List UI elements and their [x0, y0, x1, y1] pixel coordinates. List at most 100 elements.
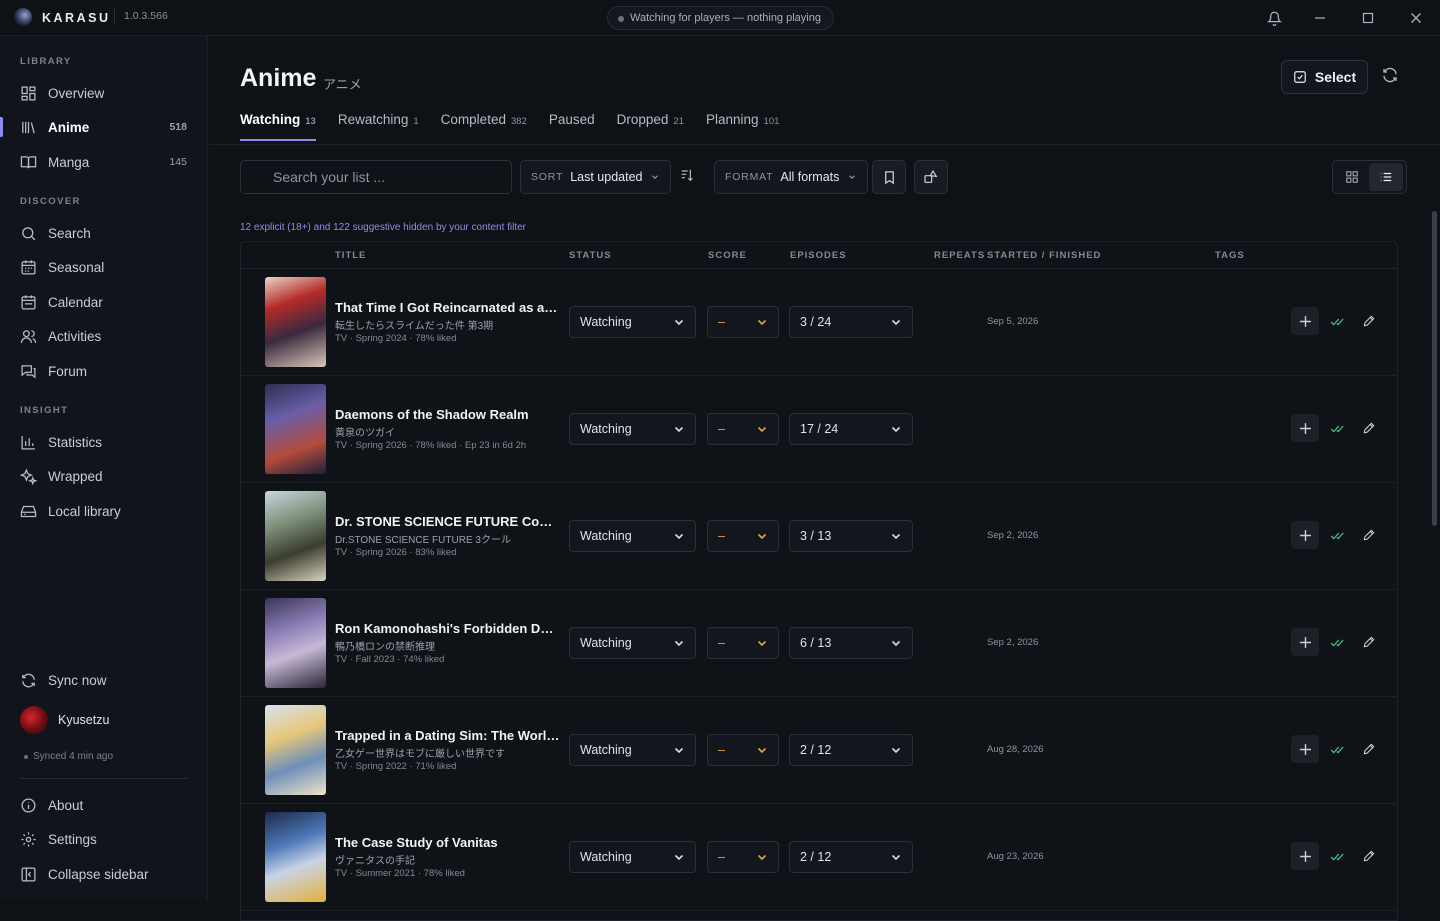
avatar — [20, 706, 48, 734]
tab-planning[interactable]: Planning 101 — [706, 112, 779, 141]
poster-image[interactable] — [265, 705, 326, 795]
pencil-icon — [1363, 529, 1375, 541]
score-select[interactable]: – — [707, 841, 779, 873]
episodes-select[interactable]: 6 / 13 — [789, 627, 913, 659]
anime-title[interactable]: Dr. STONE SCIENCE FUTURE Cour 3 — [335, 514, 560, 529]
sync-now-button[interactable]: Sync now — [0, 663, 208, 697]
sidebar-item-settings[interactable]: Settings — [0, 822, 208, 856]
select-button[interactable]: Select — [1281, 60, 1368, 94]
episodes-select[interactable]: 17 / 24 — [789, 413, 913, 445]
maximize-icon — [1362, 12, 1374, 24]
table-row[interactable]: The Case Study of Vanitas ヴァニタスの手記 TV · … — [241, 804, 1397, 911]
status-select[interactable]: Watching — [569, 413, 696, 445]
tab-paused[interactable]: Paused — [549, 112, 595, 141]
score-select[interactable]: – — [707, 520, 779, 552]
scrollbar-thumb[interactable] — [1432, 211, 1437, 526]
score-select[interactable]: – — [707, 306, 779, 338]
sidebar-item-overview[interactable]: Overview — [0, 76, 208, 110]
tab-watching[interactable]: Watching 13 — [240, 112, 316, 141]
table-row[interactable]: Trapped in a Dating Sim: The World ... 乙… — [241, 697, 1397, 804]
search-input[interactable] — [240, 160, 512, 194]
anime-title[interactable]: The Case Study of Vanitas — [335, 835, 560, 850]
sidebar-item-label: Collapse sidebar — [48, 866, 149, 882]
poster-image[interactable] — [265, 277, 326, 367]
episodes-select[interactable]: 2 / 12 — [789, 841, 913, 873]
status-select[interactable]: Watching — [569, 520, 696, 552]
sidebar-item-manga[interactable]: Manga 145 — [0, 145, 208, 179]
sidebar-item-about[interactable]: About — [0, 788, 208, 822]
score-select[interactable]: – — [707, 627, 779, 659]
score-select[interactable]: – — [707, 734, 779, 766]
table-row[interactable]: That Time I Got Reincarnated as a Sl... … — [241, 269, 1397, 376]
sidebar-item-seasonal[interactable]: Seasonal — [0, 250, 208, 284]
increment-episode-button[interactable] — [1291, 307, 1319, 335]
edit-entry-button[interactable] — [1355, 735, 1383, 763]
sidebar-item-wrapped[interactable]: Wrapped — [0, 459, 208, 493]
edit-entry-button[interactable] — [1355, 307, 1383, 335]
poster-image[interactable] — [265, 598, 326, 688]
tab-completed[interactable]: Completed 382 — [441, 112, 527, 141]
mark-complete-button[interactable] — [1323, 521, 1351, 549]
anime-title[interactable]: Daemons of the Shadow Realm — [335, 407, 560, 422]
sidebar-item-calendar[interactable]: Calendar — [0, 285, 208, 319]
page-subtitle: アニメ — [323, 77, 362, 92]
mark-complete-button[interactable] — [1323, 414, 1351, 442]
sidebar-item-label: Manga — [48, 154, 90, 170]
edit-entry-button[interactable] — [1355, 628, 1383, 656]
shapes-filter-button[interactable] — [914, 160, 948, 194]
user-profile[interactable]: Kyusetzu — [20, 706, 109, 734]
table-row[interactable]: Daemons of the Shadow Realm 黄泉のツガイ TV · … — [241, 376, 1397, 483]
karasu-logo-icon — [14, 8, 32, 26]
edit-entry-button[interactable] — [1355, 521, 1383, 549]
sidebar-item-anime[interactable]: Anime 518 — [0, 110, 208, 144]
table-row[interactable]: Dr. STONE SCIENCE FUTURE Cour 3 Dr.STONE… — [241, 483, 1397, 590]
sidebar-item-forum[interactable]: Forum — [0, 354, 208, 388]
episodes-select[interactable]: 3 / 24 — [789, 306, 913, 338]
increment-episode-button[interactable] — [1291, 735, 1319, 763]
mark-complete-button[interactable] — [1323, 307, 1351, 335]
sidebar-item-activities[interactable]: Activities — [0, 319, 208, 353]
anime-title[interactable]: That Time I Got Reincarnated as a Sl... — [335, 300, 560, 315]
mark-complete-button[interactable] — [1323, 628, 1351, 656]
increment-episode-button[interactable] — [1291, 521, 1319, 549]
list-view-button[interactable] — [1369, 163, 1403, 191]
bookmark-filter-button[interactable] — [872, 160, 906, 194]
increment-episode-button[interactable] — [1291, 628, 1319, 656]
tab-dropped[interactable]: Dropped 21 — [617, 112, 684, 141]
sidebar-item-statistics[interactable]: Statistics — [0, 425, 208, 459]
edit-entry-button[interactable] — [1355, 414, 1383, 442]
mark-complete-button[interactable] — [1323, 735, 1351, 763]
poster-image[interactable] — [265, 384, 326, 474]
anime-title[interactable]: Ron Kamonohashi's Forbidden Ded... — [335, 621, 560, 636]
mark-complete-button[interactable] — [1323, 842, 1351, 870]
close-button[interactable] — [1403, 6, 1429, 30]
status-select[interactable]: Watching — [569, 841, 696, 873]
anime-title[interactable]: Trapped in a Dating Sim: The World ... — [335, 728, 560, 743]
content-filter-note: 12 explicit (18+) and 122 suggestive hid… — [240, 222, 527, 233]
users-icon — [20, 329, 37, 343]
status-select[interactable]: Watching — [569, 734, 696, 766]
notifications-button[interactable] — [1261, 6, 1287, 30]
grid-view-button[interactable] — [1335, 163, 1369, 191]
poster-image[interactable] — [265, 491, 326, 581]
collapse-sidebar-button[interactable]: Collapse sidebar — [0, 857, 208, 891]
maximize-button[interactable] — [1355, 6, 1381, 30]
episodes-select[interactable]: 2 / 12 — [789, 734, 913, 766]
format-dropdown[interactable]: FORMAT All formats — [714, 160, 869, 194]
sidebar-item-search[interactable]: Search — [0, 216, 208, 250]
table-row[interactable]: Ron Kamonohashi's Forbidden Ded... 鴨乃橋ロン… — [241, 590, 1397, 697]
status-select[interactable]: Watching — [569, 627, 696, 659]
refresh-button[interactable] — [1381, 66, 1399, 84]
increment-episode-button[interactable] — [1291, 414, 1319, 442]
sort-dropdown[interactable]: SORT Last updated — [520, 160, 672, 194]
tab-rewatching[interactable]: Rewatching 1 — [338, 112, 419, 141]
minimize-button[interactable] — [1307, 6, 1333, 30]
sidebar-item-local-library[interactable]: Local library — [0, 494, 208, 528]
sort-direction-button[interactable] — [679, 167, 695, 183]
score-select[interactable]: – — [707, 413, 779, 445]
edit-entry-button[interactable] — [1355, 842, 1383, 870]
increment-episode-button[interactable] — [1291, 842, 1319, 870]
poster-image[interactable] — [265, 812, 326, 902]
status-select[interactable]: Watching — [569, 306, 696, 338]
episodes-select[interactable]: 3 / 13 — [789, 520, 913, 552]
